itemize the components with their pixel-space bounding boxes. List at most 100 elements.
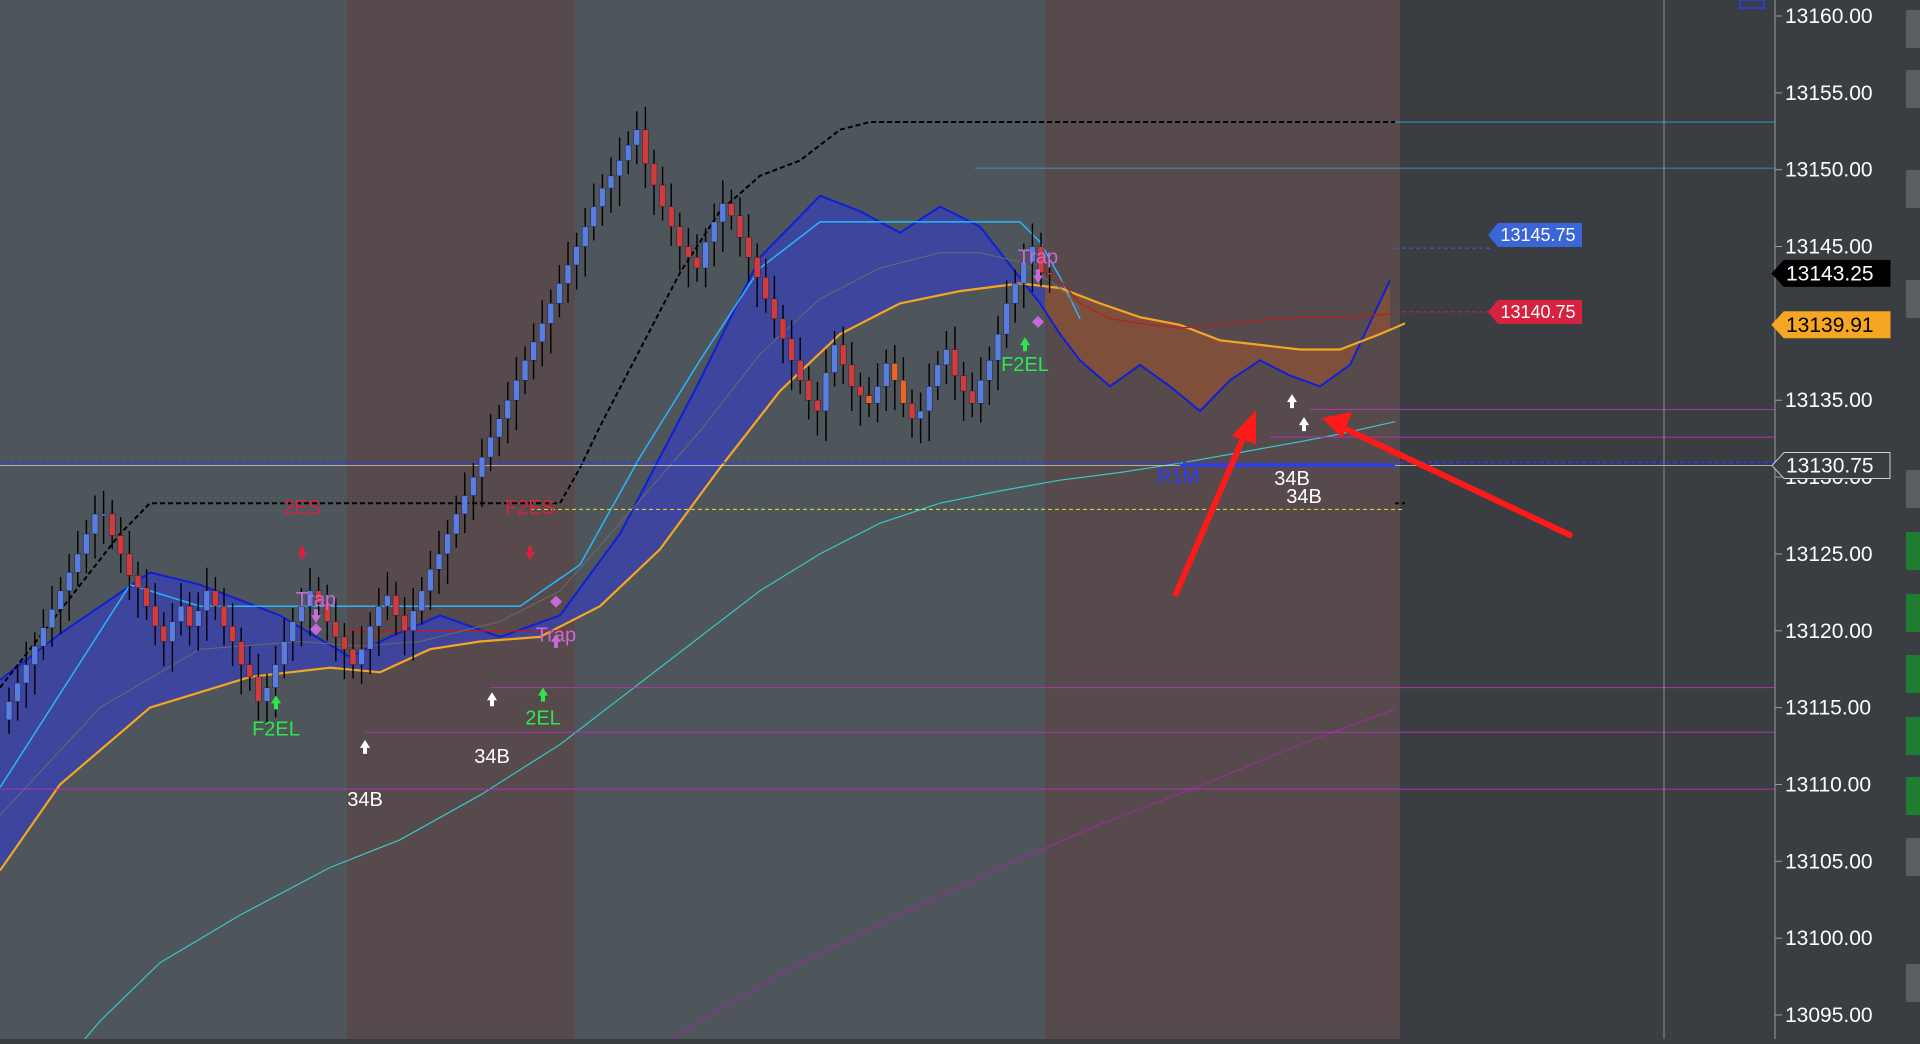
side-panel-button[interactable] xyxy=(1906,777,1920,815)
chart-area[interactable]: 2ES F2ES Trap Trap Trap F2EL 2EL F2EL 34B 34B 34B 3… xyxy=(0,0,1920,1044)
candle xyxy=(134,575,142,588)
candle xyxy=(169,621,176,642)
candle xyxy=(719,203,727,223)
candle xyxy=(332,621,340,638)
candle xyxy=(117,535,125,555)
candle xyxy=(814,399,821,412)
candle xyxy=(564,264,572,284)
candle xyxy=(435,553,443,570)
axis-tick-label: 13125.00 xyxy=(1785,543,1873,566)
axis-tick-label: 13120.00 xyxy=(1785,620,1873,643)
side-panel-cell[interactable] xyxy=(1906,170,1920,208)
candle xyxy=(951,349,959,376)
side-panel-cell[interactable] xyxy=(1906,280,1920,318)
price-label-last: 13143.25 xyxy=(1771,259,1891,287)
candle xyxy=(865,395,873,404)
signal-label: F2EL xyxy=(252,718,300,740)
candle xyxy=(857,386,864,396)
side-panel-button[interactable] xyxy=(1906,594,1920,632)
candle xyxy=(48,609,56,628)
candle xyxy=(513,380,520,401)
order-tag-target: 13145.75 xyxy=(1488,223,1582,248)
candle xyxy=(1003,303,1010,335)
side-panel-cell[interactable] xyxy=(1906,10,1920,48)
candle xyxy=(822,372,830,412)
candle xyxy=(194,610,202,627)
candle xyxy=(728,203,735,217)
price-chart[interactable]: 2ES F2ESTrapTrapTrapF2EL 2ELF2EL34B34B34B3… xyxy=(0,0,1920,1044)
candle xyxy=(762,277,770,300)
side-panel-button[interactable] xyxy=(1906,532,1920,570)
candle xyxy=(220,605,228,627)
order-tag-stop: 13140.75 xyxy=(1488,299,1582,324)
candle xyxy=(874,386,881,404)
session-band xyxy=(0,0,347,1039)
candle xyxy=(934,364,942,387)
candle xyxy=(444,533,451,555)
signal-label: 2ES xyxy=(283,497,321,519)
price-axis[interactable] xyxy=(1775,0,1895,1039)
candle xyxy=(986,360,993,381)
candle xyxy=(642,129,649,164)
axis-tick-label: 13145.00 xyxy=(1785,236,1873,259)
signal-label: F2EL xyxy=(1001,354,1049,376)
side-panel-button[interactable] xyxy=(1906,717,1920,755)
candle xyxy=(753,257,761,278)
candle xyxy=(547,303,555,324)
candle xyxy=(246,664,254,678)
candle xyxy=(891,363,899,381)
candle xyxy=(366,625,374,650)
candle xyxy=(925,386,933,412)
candle xyxy=(607,175,615,189)
candle xyxy=(487,436,494,458)
candle xyxy=(409,610,417,632)
candle xyxy=(74,553,82,573)
candle xyxy=(427,569,434,592)
candle xyxy=(960,375,967,392)
candle xyxy=(530,341,537,361)
candle xyxy=(667,206,675,227)
candle xyxy=(745,237,752,258)
candle xyxy=(186,605,193,627)
signal-label: R1M xyxy=(1157,466,1199,488)
price-label-text: 13139.91 xyxy=(1786,314,1874,337)
candle xyxy=(40,627,47,647)
candle xyxy=(272,664,279,688)
candle xyxy=(263,687,271,702)
candle xyxy=(624,144,632,161)
candle xyxy=(100,513,107,517)
axis-tick-label: 13110.00 xyxy=(1785,773,1871,796)
candle xyxy=(349,648,357,665)
candle xyxy=(504,399,512,419)
order-tag-text: 13145.75 xyxy=(1500,225,1575,245)
candle xyxy=(470,476,477,496)
candle xyxy=(237,641,245,665)
candle xyxy=(418,590,426,612)
price-label-level: 13130.75 xyxy=(1771,452,1891,480)
axis-tick-label: 13105.00 xyxy=(1785,850,1873,873)
signal-label: 34B xyxy=(474,746,510,768)
candle xyxy=(796,360,804,381)
axis-tick-label: 13100.00 xyxy=(1785,927,1873,950)
candle xyxy=(779,318,787,340)
candle xyxy=(358,648,365,665)
candle xyxy=(392,595,400,616)
candle xyxy=(126,553,133,576)
candle xyxy=(289,621,297,642)
candle xyxy=(203,590,211,612)
side-panel-cell[interactable] xyxy=(1906,470,1920,508)
candle xyxy=(495,418,503,438)
candle xyxy=(977,380,985,404)
side-panel-button[interactable] xyxy=(1906,655,1920,693)
axis-tick-label: 13135.00 xyxy=(1785,389,1873,412)
signal-label: F2ES xyxy=(505,497,555,519)
signal-label: 2EL xyxy=(525,708,561,730)
candle xyxy=(994,333,1002,361)
candle xyxy=(693,257,701,269)
side-panel-cell[interactable] xyxy=(1906,964,1920,1002)
session-band xyxy=(347,0,575,1039)
side-panel-cell[interactable] xyxy=(1906,838,1920,876)
side-panel-cell[interactable] xyxy=(1906,70,1920,108)
candle xyxy=(341,636,348,650)
candle xyxy=(280,641,288,665)
